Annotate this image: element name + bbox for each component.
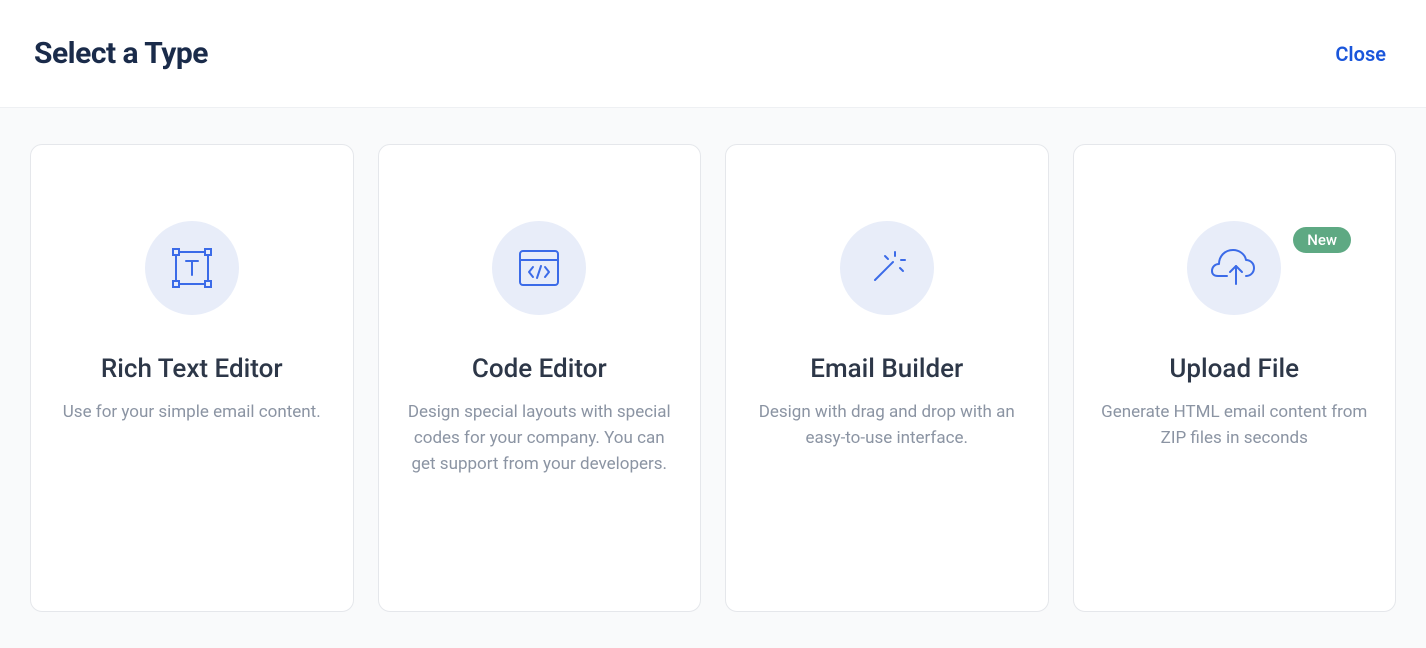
close-button[interactable]: Close xyxy=(1335,42,1386,66)
page-title: Select a Type xyxy=(34,36,208,71)
cloud-upload-icon xyxy=(1187,221,1281,315)
card-code-editor[interactable]: Code Editor Design special layouts with … xyxy=(378,144,702,612)
text-box-icon xyxy=(145,221,239,315)
wand-icon xyxy=(840,221,934,315)
card-description: Design with drag and drop with an easy-t… xyxy=(752,399,1022,452)
card-title: Rich Text Editor xyxy=(101,351,283,389)
card-upload-file[interactable]: New Upload File Generate HTML email cont… xyxy=(1073,144,1397,612)
card-email-builder[interactable]: Email Builder Design with drag and drop … xyxy=(725,144,1049,612)
card-title: Upload File xyxy=(1169,351,1299,389)
card-rich-text-editor[interactable]: Rich Text Editor Use for your simple ema… xyxy=(30,144,354,612)
modal-header: Select a Type Close xyxy=(0,0,1426,107)
card-description: Generate HTML email content from ZIP fil… xyxy=(1099,399,1369,452)
card-description: Design special layouts with special code… xyxy=(404,399,674,478)
card-title: Email Builder xyxy=(810,351,963,389)
type-cards-container: Rich Text Editor Use for your simple ema… xyxy=(0,107,1426,648)
card-title: Code Editor xyxy=(472,351,607,389)
new-badge: New xyxy=(1293,227,1351,253)
code-window-icon xyxy=(492,221,586,315)
card-description: Use for your simple email content. xyxy=(63,399,321,425)
